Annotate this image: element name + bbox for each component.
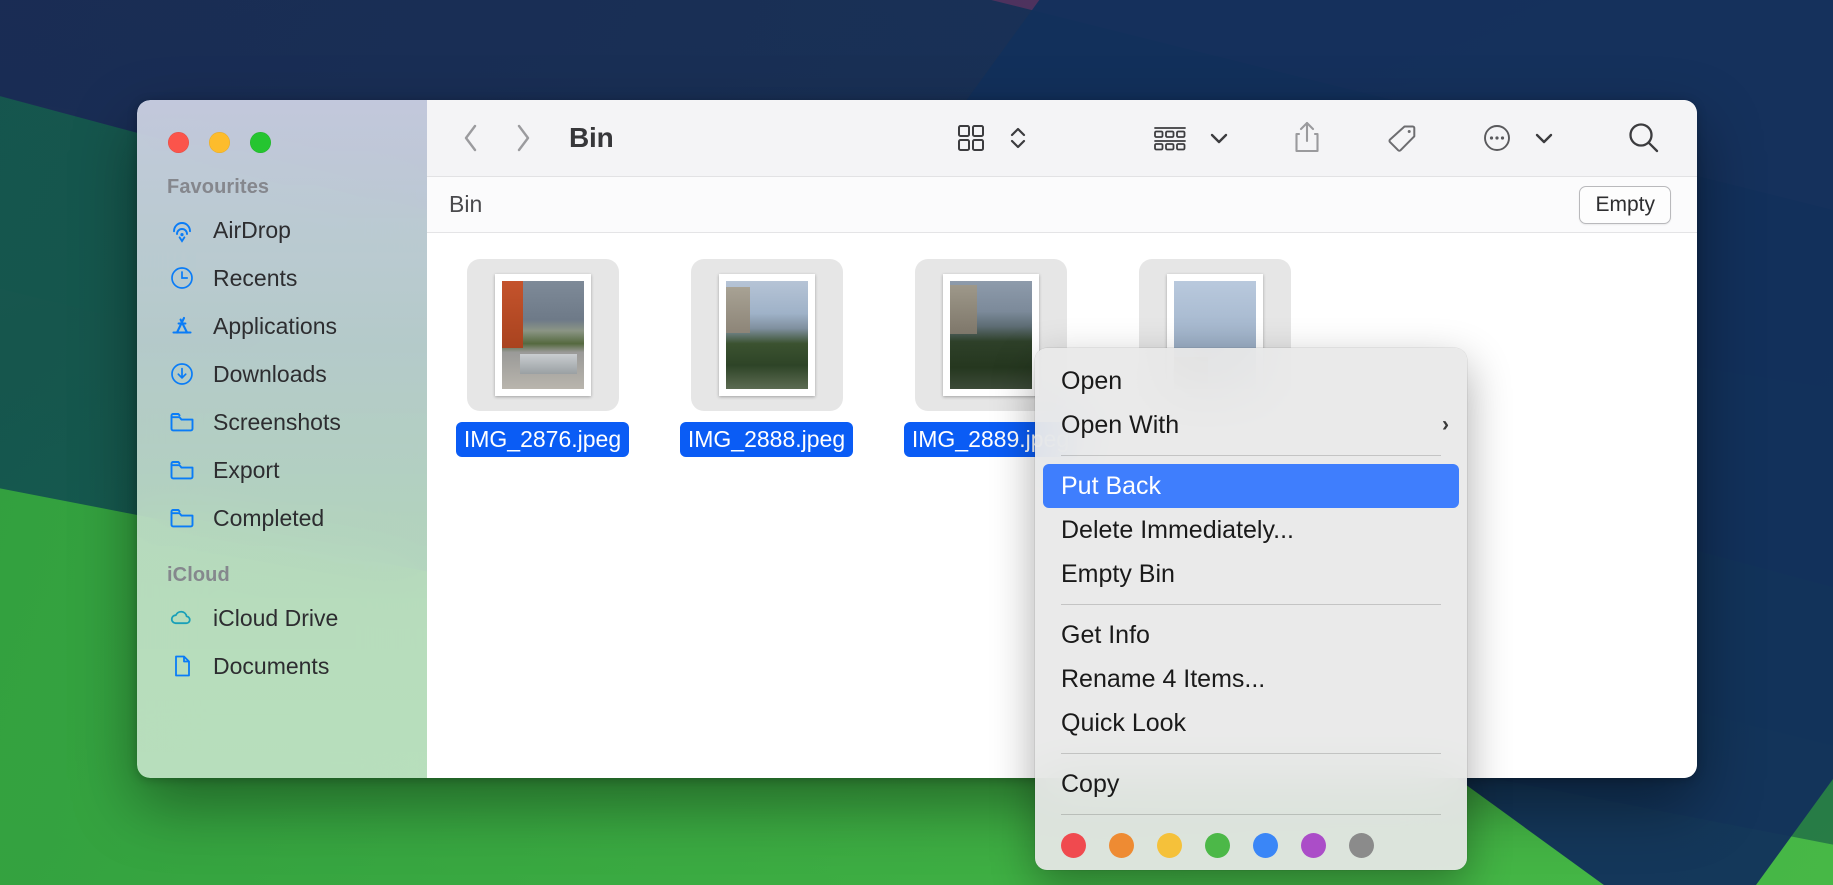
tag-color-orange[interactable] [1109,833,1134,858]
menu-item-delete-immediately[interactable]: Delete Immediately... [1035,508,1467,552]
file-thumbnail[interactable] [690,259,843,411]
menu-separator [1061,604,1441,605]
sidebar-item-airdrop[interactable]: AirDrop [137,206,427,254]
maximize-button[interactable] [250,132,271,153]
cloud-icon [167,603,197,633]
window-title: Bin [569,122,614,153]
menu-item-rename-items[interactable]: Rename 4 Items... [1035,657,1467,701]
sidebar-section-favourites-header: Favourites [167,176,270,198]
share-icon[interactable] [1284,113,1330,163]
tag-color-gray[interactable] [1349,833,1374,858]
airdrop-icon [167,215,197,245]
tag-icon[interactable] [1378,114,1426,162]
menu-item-label: Open With [1061,410,1180,439]
forward-button[interactable] [497,112,549,164]
applications-icon [167,311,197,341]
documents-icon [167,651,197,681]
sidebar-item-documents[interactable]: Documents [137,642,427,690]
close-button[interactable] [168,132,189,153]
menu-item-put-back[interactable]: Put Back [1043,464,1459,508]
menu-item-label: Open [1061,366,1123,395]
sidebar-section-icloud-header: iCloud [167,564,230,586]
menu-item-copy[interactable]: Copy [1035,762,1467,806]
photo-preview [501,281,584,389]
download-icon [167,359,197,389]
group-by-group[interactable] [1145,115,1236,161]
sidebar-item-applications[interactable]: Applications [137,302,427,350]
photo-frame [942,274,1039,396]
menu-item-get-info[interactable]: Get Info [1035,613,1467,657]
menu-item-label: Rename 4 Items... [1061,664,1266,693]
tag-color-yellow[interactable] [1157,833,1182,858]
sidebar-item-screenshots[interactable]: Screenshots [137,398,427,446]
menu-separator [1061,455,1441,456]
file-thumbnail[interactable] [466,259,619,411]
sidebar-item-label: AirDrop [213,216,291,243]
folder-icon [167,455,197,485]
sidebar-item-label: Applications [213,312,338,339]
menu-item-label: Empty Bin [1061,559,1175,588]
sidebar-item-completed[interactable]: Completed [137,494,427,542]
menu-separator [1061,753,1441,754]
folder-icon [167,503,197,533]
view-sort-chevron-icon[interactable] [1001,115,1035,161]
tag-color-row [1035,823,1467,858]
sidebar-item-label: iCloud Drive [213,604,339,631]
menu-item-open[interactable]: Open [1035,359,1467,403]
sidebar-item-label: Recents [213,264,298,291]
desktop-wallpaper: Favourites AirDrop Recents Applications … [0,0,1833,885]
tag-color-purple[interactable] [1301,833,1326,858]
group-by-chevron-icon[interactable] [1202,115,1236,161]
empty-bin-button[interactable]: Empty [1579,185,1671,224]
menu-item-open-with[interactable]: Open With › [1035,403,1467,447]
more-options-group[interactable] [1474,115,1561,161]
menu-item-label: Put Back [1061,471,1162,500]
photo-frame [494,274,591,396]
more-options-icon[interactable] [1474,115,1520,161]
context-menu: Open Open With › Put Back Delete Immedia… [1035,348,1467,870]
menu-separator [1061,814,1441,815]
menu-item-label: Quick Look [1061,708,1187,737]
file-item[interactable]: IMG_2876.jpeg [449,259,636,457]
sidebar-item-label: Documents [213,652,330,679]
menu-item-empty-bin[interactable]: Empty Bin [1035,552,1467,596]
menu-item-quick-look[interactable]: Quick Look [1035,701,1467,745]
sidebar-item-recents[interactable]: Recents [137,254,427,302]
window-controls [168,132,271,153]
clock-icon [167,263,197,293]
file-name-label[interactable]: IMG_2888.jpeg [679,422,854,457]
menu-item-label: Get Info [1061,620,1150,649]
search-icon[interactable] [1619,113,1669,163]
sidebar-item-label: Downloads [213,360,327,387]
more-options-chevron-icon[interactable] [1527,115,1561,161]
folder-icon [167,407,197,437]
tag-color-green[interactable] [1205,833,1230,858]
file-item[interactable]: IMG_2888.jpeg [673,259,860,457]
path-bar: Bin Empty [427,177,1697,233]
menu-item-label: Delete Immediately... [1061,515,1294,544]
photo-preview [949,281,1032,389]
sidebar: Favourites AirDrop Recents Applications … [137,100,427,778]
back-button[interactable] [445,112,497,164]
tag-color-red[interactable] [1061,833,1086,858]
view-mode-group[interactable] [948,115,1035,161]
grid-view-icon[interactable] [948,115,994,161]
group-by-icon[interactable] [1145,115,1195,161]
photo-frame [718,274,815,396]
sidebar-item-label: Screenshots [213,408,341,435]
photo-preview [725,281,808,389]
path-bar-label: Bin [449,191,483,217]
chevron-right-icon: › [1442,413,1449,436]
sidebar-item-label: Export [213,456,280,483]
menu-item-label: Copy [1061,769,1120,798]
toolbar: Bin [427,100,1697,177]
sidebar-item-export[interactable]: Export [137,446,427,494]
file-name-label[interactable]: IMG_2876.jpeg [455,422,630,457]
minimize-button[interactable] [209,132,230,153]
sidebar-item-label: Completed [213,504,325,531]
tag-color-blue[interactable] [1253,833,1278,858]
sidebar-item-icloud-drive[interactable]: iCloud Drive [137,594,427,642]
sidebar-item-downloads[interactable]: Downloads [137,350,427,398]
